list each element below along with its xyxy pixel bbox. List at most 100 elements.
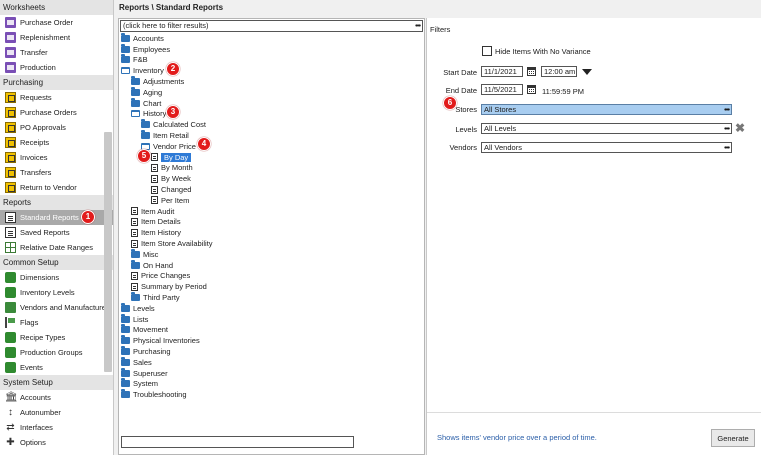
- sidebar-item-label: Transfer: [20, 48, 48, 57]
- tree-node-by-day[interactable]: By Day: [121, 152, 421, 163]
- folder-icon: [121, 367, 130, 377]
- tree-node-per-item[interactable]: Per Item: [121, 195, 421, 206]
- tree-node-changed[interactable]: Changed: [121, 184, 421, 195]
- end-date-calendar-icon[interactable]: [527, 85, 536, 94]
- end-date-field[interactable]: 11/5/2021: [481, 84, 523, 95]
- start-time-field[interactable]: 12:00 am: [541, 66, 577, 77]
- sidebar-item-replenishment[interactable]: Replenishment: [0, 30, 113, 45]
- tree-node-chart[interactable]: Chart: [121, 97, 421, 109]
- sidebar-item-inventory-levels[interactable]: Inventory Levels: [0, 285, 113, 300]
- tree-node-physical-inventories[interactable]: Physical Inventories: [121, 335, 421, 346]
- stores-field[interactable]: All Stores •••: [481, 104, 732, 115]
- tree-node-label: Sales: [133, 357, 152, 367]
- tree-node-vendor-price[interactable]: Vendor Price: [121, 141, 421, 152]
- vendors-field[interactable]: All Vendors •••: [481, 142, 732, 153]
- tree-node-purchasing[interactable]: Purchasing: [121, 346, 421, 357]
- sidebar-item-standard-reports[interactable]: Standard Reports: [0, 210, 113, 225]
- sidebar-item-production-groups[interactable]: Production Groups: [0, 345, 113, 360]
- tree-node-sales[interactable]: Sales: [121, 356, 421, 368]
- sidebar-item-relative-date-ranges[interactable]: Relative Date Ranges: [0, 240, 113, 255]
- sidebar-item-label: Options: [20, 438, 46, 447]
- sidebar-section-purchasing[interactable]: Purchasing: [0, 75, 113, 90]
- tree-node-aging[interactable]: Aging: [121, 86, 421, 98]
- tree-node-item-audit[interactable]: Item Audit: [121, 206, 421, 217]
- generate-button[interactable]: Generate: [711, 429, 755, 447]
- sidebar-item-dimensions[interactable]: Dimensions: [0, 270, 113, 285]
- tree-node-item-history[interactable]: Item History: [121, 227, 421, 238]
- sidebar-item-label: Production: [20, 63, 56, 72]
- tree-node-on-hand[interactable]: On Hand: [121, 259, 421, 271]
- levels-field[interactable]: All Levels •••: [481, 123, 732, 134]
- tree-node-misc[interactable]: Misc: [121, 248, 421, 260]
- step-badge-3: 3: [166, 105, 180, 119]
- tree-node-calculated-cost[interactable]: Calculated Cost: [121, 119, 421, 130]
- sidebar-section-common-setup[interactable]: Common Setup: [0, 255, 113, 270]
- sidebar-item-requests[interactable]: Requests: [0, 90, 113, 105]
- folder-icon: [121, 335, 130, 345]
- tree-node-employees[interactable]: Employees: [121, 43, 421, 55]
- report-description: Shows items' vendor price over a period …: [437, 433, 597, 442]
- tree-node-troubleshooting[interactable]: Troubleshooting: [121, 389, 421, 400]
- sidebar-item-transfer[interactable]: Transfer: [0, 45, 113, 60]
- stores-picker-button[interactable]: •••: [724, 105, 730, 114]
- sidebar-section-system-setup[interactable]: System Setup: [0, 375, 113, 390]
- tree-node-system[interactable]: System: [121, 378, 421, 390]
- sidebar-item-transfers[interactable]: Transfers: [0, 165, 113, 180]
- sidebar-item-accounts[interactable]: 🏛 Accounts: [0, 390, 113, 405]
- sidebar-item-events[interactable]: Events: [0, 360, 113, 375]
- sidebar-item-autonumber[interactable]: ↕ Autonumber: [0, 405, 113, 420]
- tree-node-accounts[interactable]: Accounts: [121, 32, 421, 44]
- folder-icon: [131, 259, 140, 269]
- step-badge-6: 6: [443, 96, 457, 110]
- sidebar-item-po-approvals[interactable]: PO Approvals: [0, 120, 113, 135]
- tree-node-movement[interactable]: Movement: [121, 324, 421, 336]
- sidebar-item-label: Accounts: [20, 393, 51, 402]
- sidebar-item-label: Purchase Order: [20, 18, 73, 27]
- tree-node-lists[interactable]: Lists: [121, 313, 421, 325]
- sidebar-item-production[interactable]: Production: [0, 60, 113, 75]
- tree-node-by-week[interactable]: By Week: [121, 173, 421, 184]
- tree-filter-input[interactable]: (click here to filter results) •••: [120, 20, 423, 32]
- sidebar-item-purchase-order[interactable]: Purchase Order: [0, 15, 113, 30]
- tree-node-label: Troubleshooting: [133, 390, 187, 400]
- sidebar-item-receipts[interactable]: Receipts: [0, 135, 113, 150]
- report-icon: [151, 174, 158, 183]
- start-date-calendar-icon[interactable]: [527, 67, 536, 76]
- clear-levels-icon[interactable]: ✖: [735, 122, 745, 134]
- sidebar-item-interfaces[interactable]: ⇄ Interfaces: [0, 420, 113, 435]
- sidebar-item-purchase-orders[interactable]: Purchase Orders: [0, 105, 113, 120]
- purchase-orders-icon: [5, 107, 16, 118]
- tree-node-item-store-availability[interactable]: Item Store Availability: [121, 238, 421, 249]
- step-badge-1: 1: [81, 210, 95, 224]
- tree-node-price-changes[interactable]: Price Changes: [121, 271, 421, 282]
- tree-node-item-retail[interactable]: Item Retail: [121, 130, 421, 141]
- tree-node-superuser[interactable]: Superuser: [121, 367, 421, 379]
- tree-node-adjustments[interactable]: Adjustments: [121, 76, 421, 87]
- tree-node-by-month[interactable]: By Month: [121, 163, 421, 174]
- tree-node-label: Item Store Availability: [141, 239, 213, 249]
- sidebar-item-label: Requests: [20, 93, 52, 102]
- sidebar-item-saved-reports[interactable]: Saved Reports: [0, 225, 113, 240]
- sidebar-item-options[interactable]: ✚ Options: [0, 435, 113, 450]
- sidebar-section-worksheets[interactable]: Worksheets: [0, 0, 113, 15]
- start-date-field[interactable]: 11/1/2021: [481, 66, 523, 77]
- vendors-picker-button[interactable]: •••: [724, 143, 730, 152]
- tree-filter-button[interactable]: •••: [415, 21, 421, 31]
- sidebar-item-vendors-and-manufacturers[interactable]: Vendors and Manufacturers: [0, 300, 113, 315]
- levels-picker-button[interactable]: •••: [724, 124, 730, 133]
- sidebar-item-return-to-vendor[interactable]: Return to Vendor: [0, 180, 113, 195]
- tree-node-third-party[interactable]: Third Party: [121, 292, 421, 303]
- tree-node-levels[interactable]: Levels: [121, 302, 421, 314]
- tree-bottom-input[interactable]: [121, 436, 354, 448]
- hide-no-variance-checkbox[interactable]: [482, 46, 492, 56]
- sidebar-item-invoices[interactable]: Invoices: [0, 150, 113, 165]
- tree-node-f-b[interactable]: F&B: [121, 54, 421, 66]
- sidebar-section-reports[interactable]: Reports: [0, 195, 113, 210]
- sidebar-item-flags[interactable]: Flags: [0, 315, 113, 330]
- tree-node-item-details[interactable]: Item Details: [121, 217, 421, 228]
- tree-node-summary-by-period[interactable]: Summary by Period: [121, 281, 421, 292]
- sidebar-scrollbar[interactable]: [104, 132, 112, 372]
- tree-node-label: Summary by Period: [141, 282, 207, 292]
- sidebar-item-recipe-types[interactable]: Recipe Types: [0, 330, 113, 345]
- start-time-dropdown-icon[interactable]: [582, 69, 592, 75]
